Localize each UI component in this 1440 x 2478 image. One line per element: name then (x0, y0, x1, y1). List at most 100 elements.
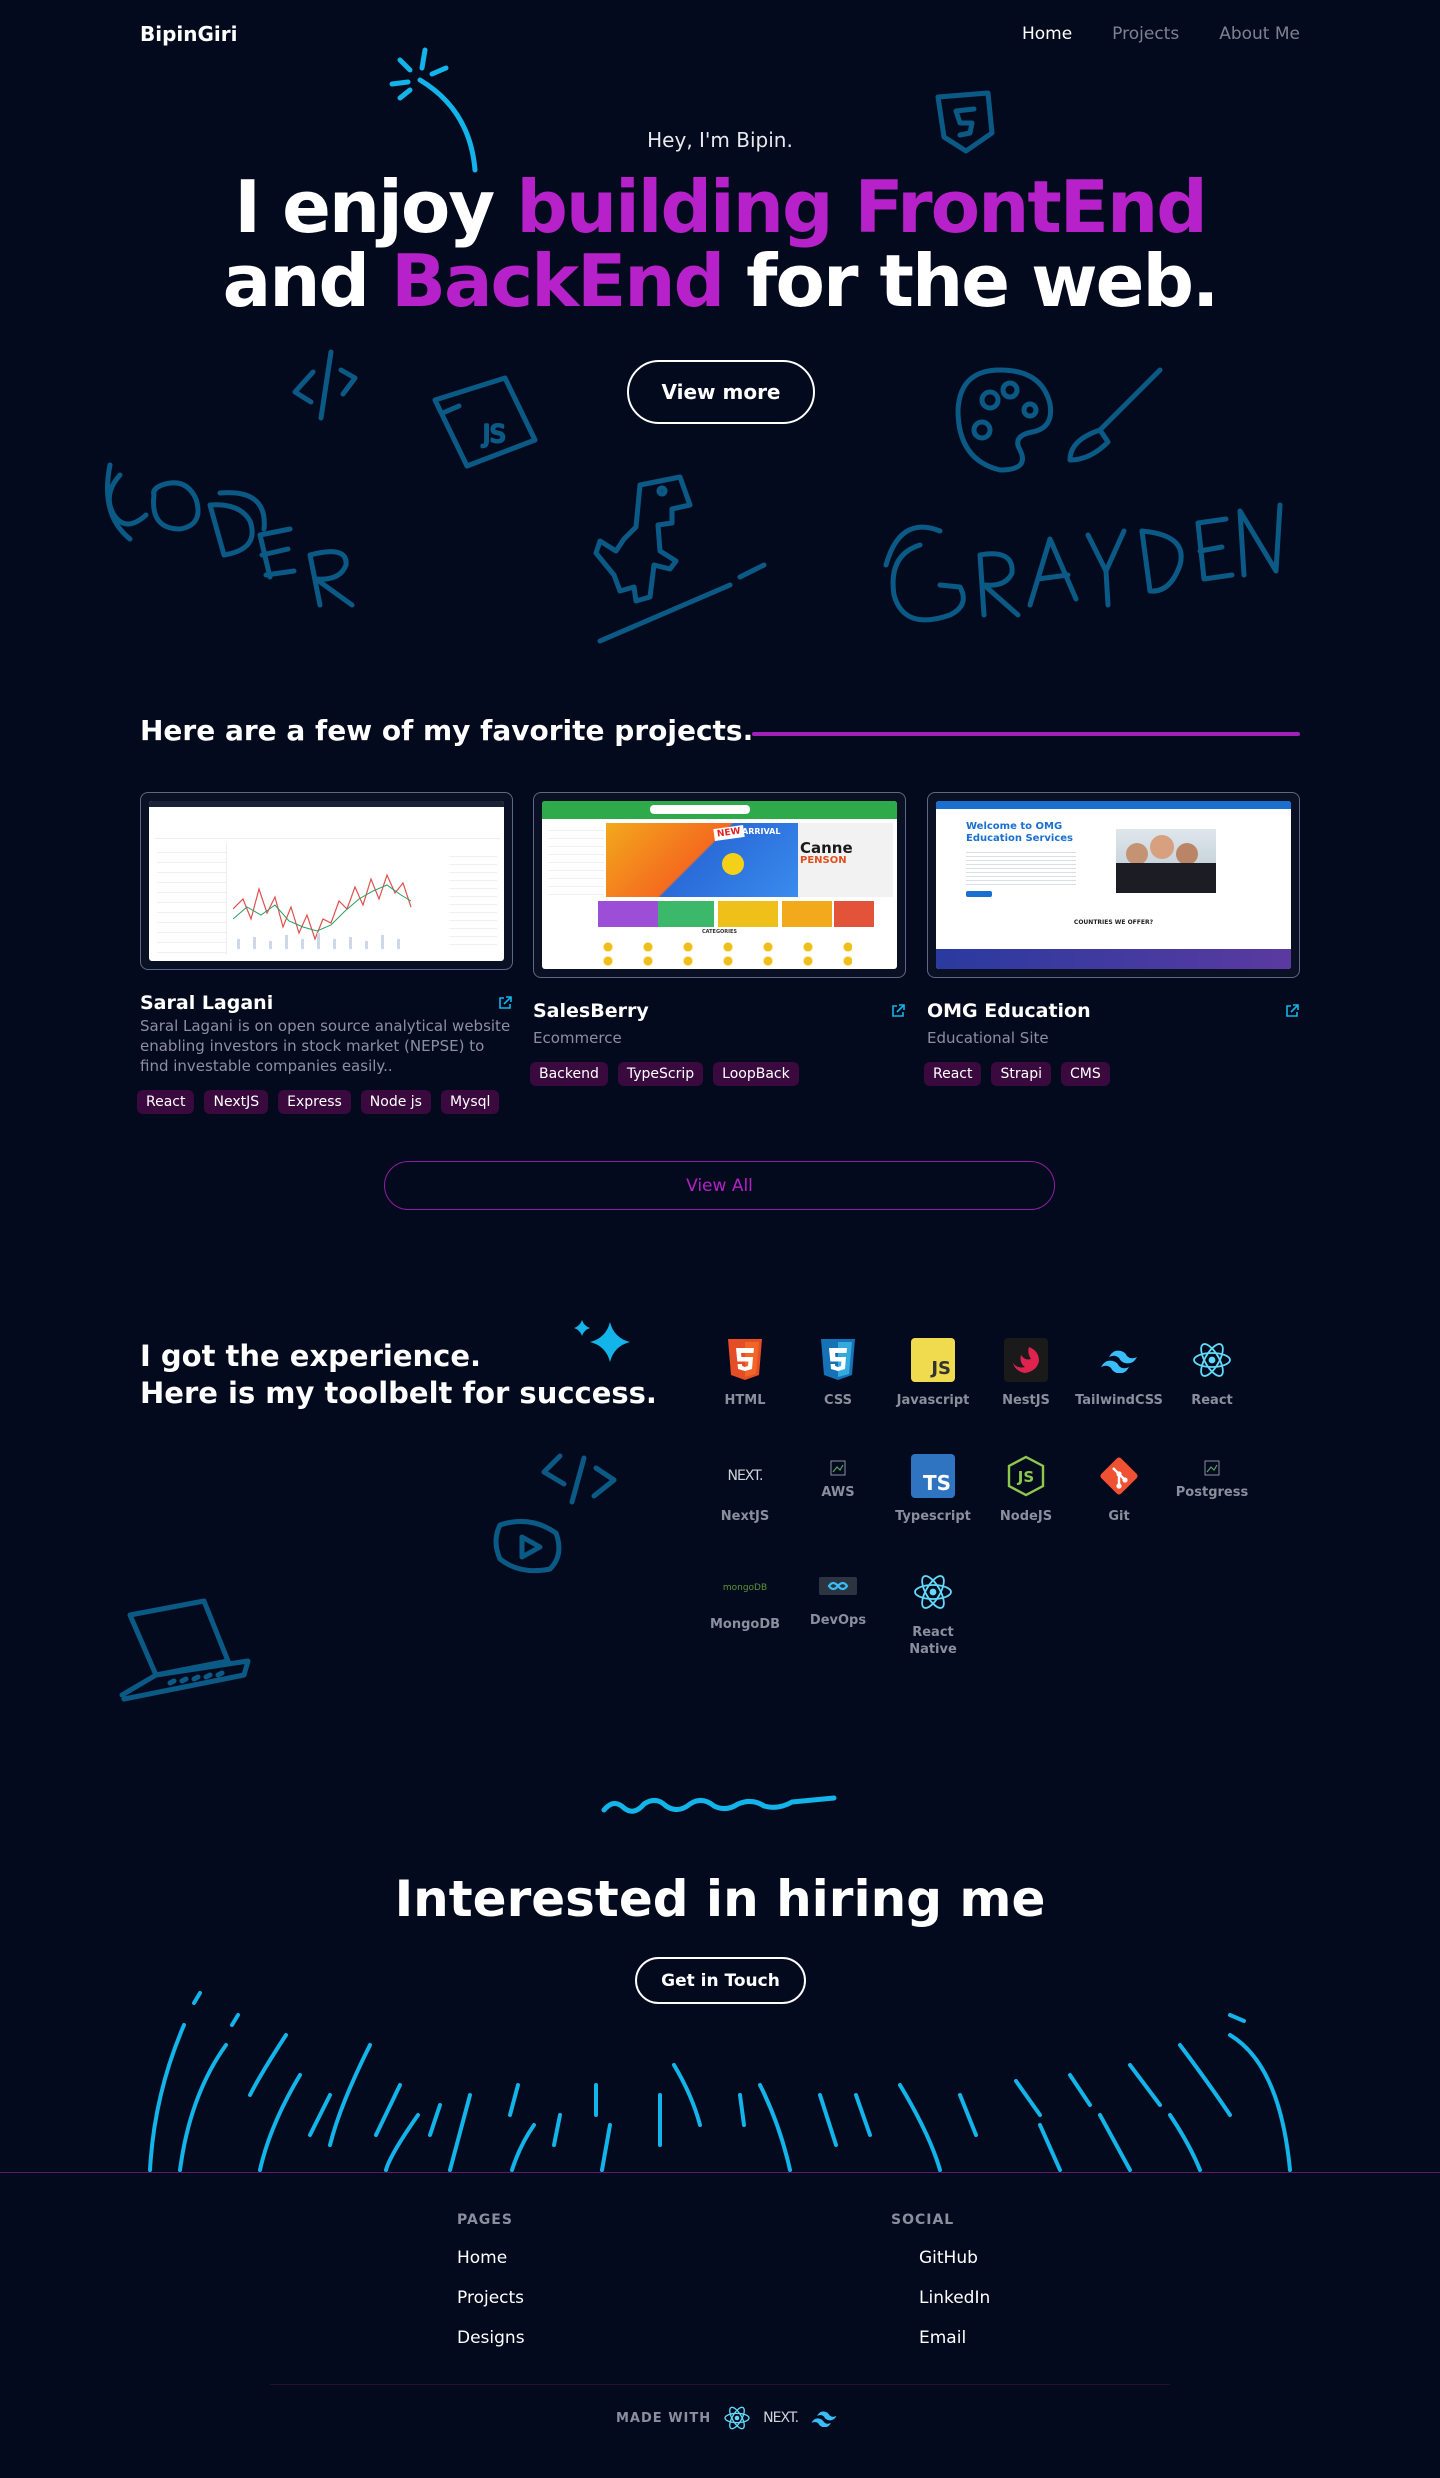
projects-heading-underline (752, 732, 1300, 736)
git-icon (1097, 1454, 1141, 1498)
html5-icon (723, 1338, 767, 1382)
tool-nodejs: JS NodeJS (981, 1454, 1071, 1525)
salesberry-screenshot-image: NEW ARRIVAL Canne PENSON CATEGORIES (542, 801, 897, 969)
tag: Node js (360, 1090, 431, 1114)
svg-text:JS: JS (481, 420, 505, 448)
hero-title-part2: and (222, 239, 392, 323)
stock-chart-thumbnail (233, 873, 412, 949)
footer-link-designs[interactable]: Designs (457, 2328, 525, 2348)
footer-link-projects[interactable]: Projects (457, 2288, 525, 2308)
footer-pages-column: PAGES Home Projects Designs (457, 2212, 525, 2348)
tool-label: DevOps (809, 1613, 867, 1628)
tool-tailwind: TailwindCSS (1074, 1338, 1164, 1409)
code-bracket-doodle-icon (541, 1453, 617, 1505)
project-title: Saral Lagani (140, 992, 274, 1014)
nodejs-icon: JS (1004, 1454, 1048, 1498)
tool-react: React (1167, 1338, 1257, 1409)
js-file-doodle-icon: JS (432, 375, 538, 469)
tailwind-icon (1097, 1338, 1141, 1382)
project-description: Saral Lagani is on open source analytica… (140, 1017, 511, 1075)
wave-squiggle-doodle (601, 1795, 837, 1814)
tag: React (924, 1062, 982, 1086)
react-icon (1190, 1338, 1234, 1382)
tool-postgres: Postgress (1167, 1454, 1257, 1501)
project-description: Educational Site (927, 1029, 1049, 1047)
tool-label: NextJS (720, 1509, 770, 1524)
tool-label: NestJS (1002, 1393, 1050, 1408)
tool-label: Git (1108, 1509, 1130, 1524)
nestjs-icon (1004, 1338, 1048, 1382)
tool-css: CSS (793, 1338, 883, 1409)
footer-link-email[interactable]: Email (919, 2328, 990, 2348)
css3-icon (816, 1338, 860, 1382)
projects-heading: Here are a few of my favorite projects. (140, 714, 754, 747)
project-card-omg-education[interactable]: Welcome to OMG Education Services COUNTR… (924, 792, 1300, 1086)
tag: CMS (1060, 1062, 1110, 1086)
footer-link-linkedin[interactable]: LinkedIn (919, 2288, 990, 2308)
hero-title-part1: I enjoy (234, 165, 517, 249)
tool-aws: AWS (793, 1454, 883, 1501)
footer-divider (270, 2384, 1170, 2385)
site-logo[interactable]: BipinGiri (140, 22, 238, 46)
tool-mongodb: mongoDB MongoDB (700, 1570, 790, 1633)
tool-label: Javascript (896, 1393, 970, 1408)
palette-brush-doodle-icon (955, 367, 1163, 473)
footer-social-column: SOCIAL GitHub LinkedIn Email (891, 2212, 990, 2348)
project-tags: React NextJS Express Node js Mysql (137, 1090, 513, 1114)
toolbelt-heading-line2: Here is my toolbelt for success. (140, 1376, 657, 1410)
tool-label: NodeJS (999, 1509, 1053, 1524)
tool-git: Git (1074, 1454, 1164, 1525)
tag: React (137, 1090, 195, 1114)
omg-education-screenshot-image: Welcome to OMG Education Services COUNTR… (936, 801, 1291, 969)
project-screenshot[interactable]: Welcome to OMG Education Services COUNTR… (927, 792, 1300, 978)
aws-icon (816, 1454, 860, 1482)
postgres-icon (1190, 1454, 1234, 1482)
tool-javascript: JS Javascript (888, 1338, 978, 1409)
nextjs-icon: NEXT. (763, 2410, 799, 2426)
toolbelt-heading: I got the experience. Here is my toolbel… (140, 1338, 657, 1412)
hire-heading: Interested in hiring me (394, 1870, 1046, 1928)
project-card-saral-lagani[interactable]: Saral Lagani Saral Lagani is on open sou… (137, 792, 513, 1114)
tag: TypeScrip (617, 1062, 704, 1086)
hero-title: I enjoy building FrontEnd and BackEnd fo… (0, 170, 1440, 318)
grayden-lettering-doodle (883, 502, 1283, 623)
nextjs-icon: NEXT. (727, 1468, 763, 1484)
footer-pages-heading: PAGES (457, 2212, 513, 2228)
hero-title-accent2: BackEnd (391, 239, 725, 323)
project-screenshot[interactable] (140, 792, 513, 970)
tool-label: React (1191, 1393, 1233, 1408)
view-all-projects-button[interactable]: View All (384, 1161, 1055, 1210)
dino-doodle-icon (593, 474, 767, 644)
project-card-salesberry[interactable]: NEW ARRIVAL Canne PENSON CATEGORIES Sale… (530, 792, 906, 1086)
tailwind-icon (811, 2411, 837, 2427)
tool-typescript: TS Typescript (888, 1454, 978, 1525)
nav-link-home[interactable]: Home (1022, 24, 1072, 44)
project-description: Ecommerce (533, 1029, 622, 1047)
youtube-play-doodle-icon (493, 1518, 562, 1574)
view-more-button[interactable]: View more (627, 360, 815, 424)
project-card-header: OMG Education (927, 1000, 1300, 1022)
nav-link-projects[interactable]: Projects (1112, 24, 1179, 44)
tag: Express (278, 1090, 351, 1114)
typescript-icon: TS (911, 1454, 955, 1498)
nav-links: Home Projects About Me (1022, 24, 1300, 44)
tool-html: HTML (700, 1338, 790, 1409)
react-icon (911, 1570, 955, 1614)
made-with-label: MADE WITH (616, 2410, 712, 2426)
javascript-icon: JS (911, 1338, 955, 1382)
hero-title-part3: for the web. (723, 239, 1219, 323)
laptop-doodle-icon (119, 1598, 251, 1702)
nav-link-about[interactable]: About Me (1219, 24, 1300, 44)
svg-text:JS: JS (1017, 1468, 1034, 1486)
devops-icon (816, 1570, 860, 1602)
project-tags: React Strapi CMS (924, 1062, 1300, 1086)
footer-link-github[interactable]: GitHub (919, 2248, 990, 2268)
project-screenshot[interactable]: NEW ARRIVAL Canne PENSON CATEGORIES (533, 792, 906, 978)
tool-label: TailwindCSS (1075, 1393, 1163, 1408)
external-link-icon[interactable] (1284, 1003, 1300, 1019)
footer-link-home[interactable]: Home (457, 2248, 525, 2268)
hero-title-accent1: building FrontEnd (516, 165, 1207, 249)
external-link-icon[interactable] (890, 1003, 906, 1019)
tool-devops: DevOps (793, 1570, 883, 1629)
external-link-icon[interactable] (497, 995, 513, 1011)
